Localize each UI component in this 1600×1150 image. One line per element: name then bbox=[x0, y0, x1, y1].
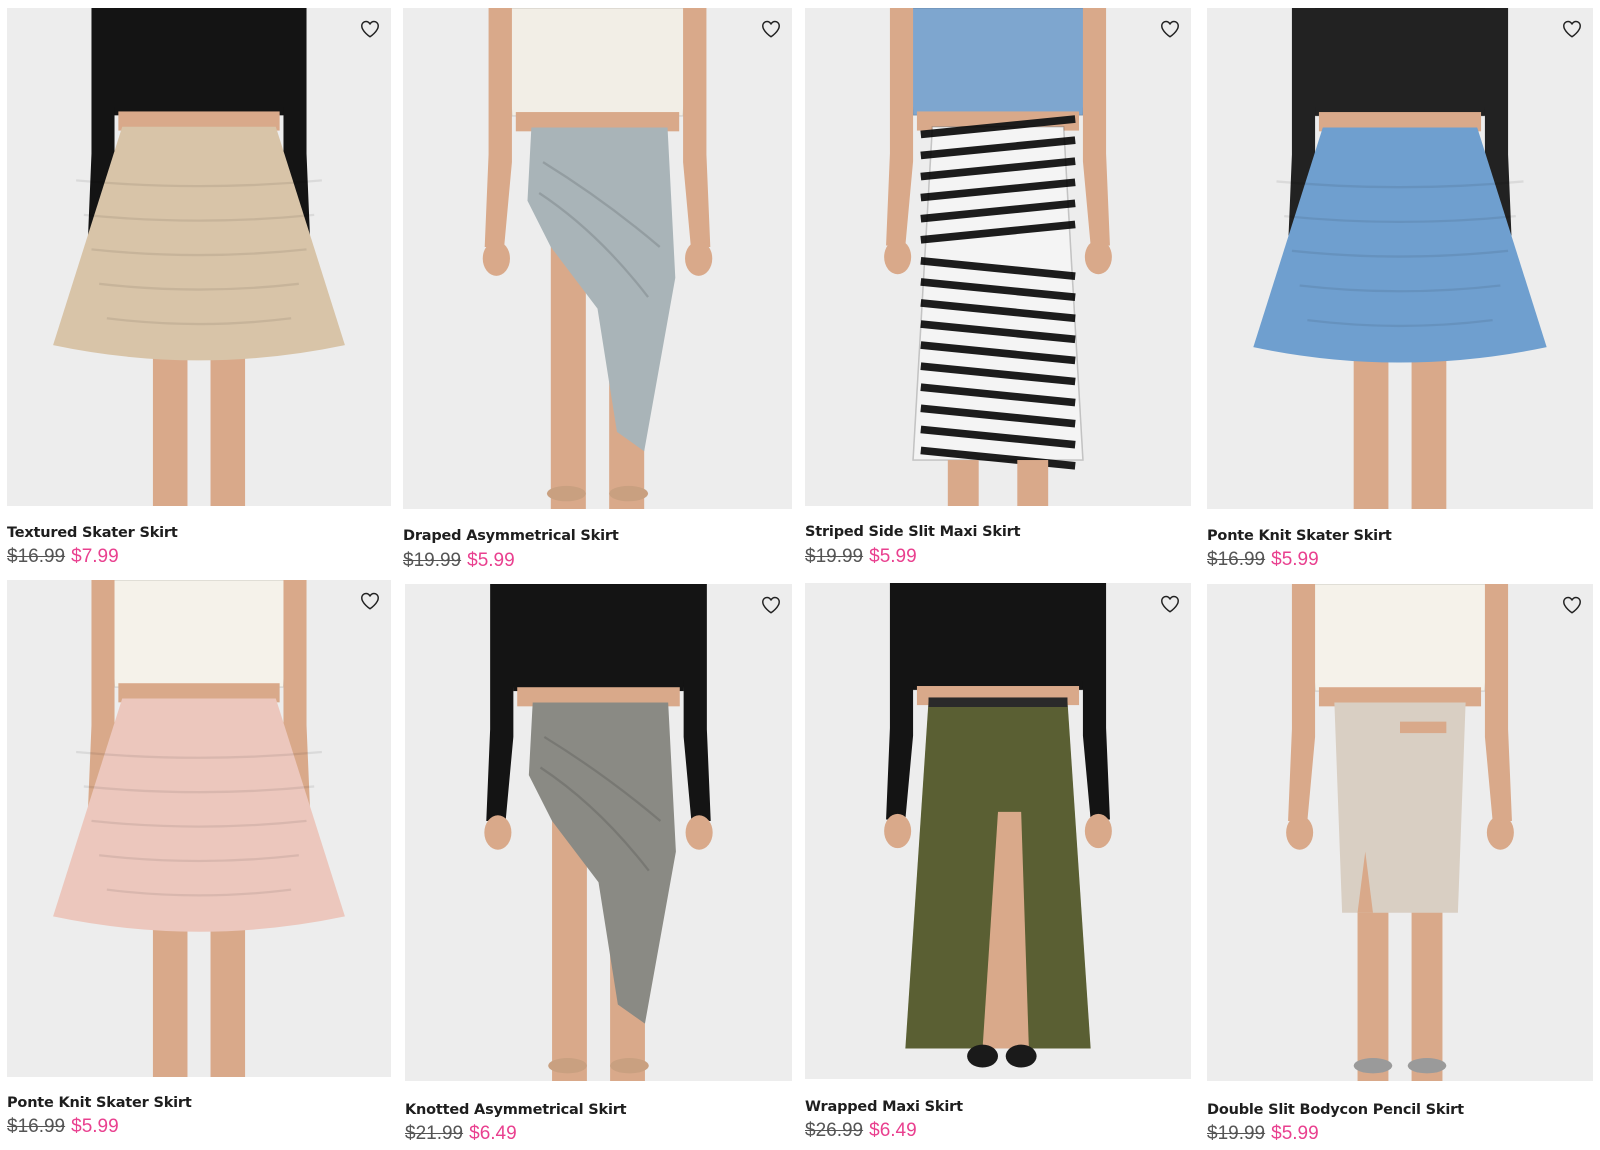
sale-price: $5.99 bbox=[467, 550, 515, 571]
product-image[interactable] bbox=[805, 583, 1191, 1079]
product-price: $16.99 $5.99 bbox=[1207, 549, 1319, 571]
product-image[interactable] bbox=[405, 584, 792, 1081]
heart-outline-icon[interactable] bbox=[359, 590, 381, 612]
product-card[interactable]: Ponte Knit Skater Skirt $16.99 $5.99 bbox=[7, 580, 391, 1142]
heart-outline-icon[interactable] bbox=[1159, 18, 1181, 40]
product-price: $21.99 $6.49 bbox=[405, 1123, 517, 1145]
original-price: $21.99 bbox=[405, 1123, 464, 1144]
product-name[interactable]: Wrapped Maxi Skirt bbox=[805, 1099, 963, 1115]
sale-price: $6.49 bbox=[869, 1120, 917, 1141]
product-image[interactable] bbox=[7, 8, 391, 506]
product-name[interactable]: Striped Side Slit Maxi Skirt bbox=[805, 524, 1021, 540]
original-price: $19.99 bbox=[805, 546, 864, 567]
product-name[interactable]: Textured Skater Skirt bbox=[7, 525, 178, 541]
heart-outline-icon[interactable] bbox=[1561, 18, 1583, 40]
product-image[interactable] bbox=[1207, 584, 1593, 1081]
product-name[interactable]: Ponte Knit Skater Skirt bbox=[7, 1095, 192, 1111]
heart-outline-icon[interactable] bbox=[359, 18, 381, 40]
product-card[interactable]: Striped Side Slit Maxi Skirt $19.99 $5.99 bbox=[805, 8, 1191, 572]
product-name[interactable]: Draped Asymmetrical Skirt bbox=[403, 528, 619, 544]
heart-outline-icon[interactable] bbox=[760, 594, 782, 616]
original-price: $16.99 bbox=[7, 546, 66, 567]
product-card[interactable]: Ponte Knit Skater Skirt $16.99 $5.99 bbox=[1207, 8, 1593, 575]
sale-price: $6.49 bbox=[469, 1123, 517, 1144]
original-price: $16.99 bbox=[7, 1116, 66, 1137]
product-card[interactable]: Wrapped Maxi Skirt $26.99 $6.49 bbox=[805, 583, 1191, 1146]
product-price: $19.99 $5.99 bbox=[805, 546, 917, 568]
original-price: $26.99 bbox=[805, 1120, 864, 1141]
product-price: $16.99 $5.99 bbox=[7, 1116, 119, 1138]
sale-price: $7.99 bbox=[71, 546, 119, 567]
sale-price: $5.99 bbox=[71, 1116, 119, 1137]
product-card[interactable]: Knotted Asymmetrical Skirt $21.99 $6.49 bbox=[405, 584, 792, 1149]
product-card[interactable]: Draped Asymmetrical Skirt $19.99 $5.99 bbox=[403, 8, 792, 576]
product-price: $16.99 $7.99 bbox=[7, 546, 119, 568]
product-image[interactable] bbox=[805, 8, 1191, 506]
product-image[interactable] bbox=[7, 580, 391, 1077]
product-price: $26.99 $6.49 bbox=[805, 1120, 917, 1142]
heart-outline-icon[interactable] bbox=[1561, 594, 1583, 616]
product-name[interactable]: Ponte Knit Skater Skirt bbox=[1207, 528, 1392, 544]
sale-price: $5.99 bbox=[869, 546, 917, 567]
product-name[interactable]: Double Slit Bodycon Pencil Skirt bbox=[1207, 1102, 1464, 1118]
product-image[interactable] bbox=[403, 8, 792, 509]
original-price: $16.99 bbox=[1207, 549, 1266, 570]
original-price: $19.99 bbox=[403, 550, 462, 571]
heart-outline-icon[interactable] bbox=[760, 18, 782, 40]
product-card[interactable]: Double Slit Bodycon Pencil Skirt $19.99 $5… bbox=[1207, 584, 1593, 1149]
product-price: $19.99 $5.99 bbox=[1207, 1123, 1319, 1145]
product-card[interactable]: Textured Skater Skirt $16.99 $7.99 bbox=[7, 8, 391, 572]
product-image[interactable] bbox=[1207, 8, 1593, 509]
product-price: $19.99 $5.99 bbox=[403, 550, 515, 572]
product-name[interactable]: Knotted Asymmetrical Skirt bbox=[405, 1102, 627, 1118]
original-price: $19.99 bbox=[1207, 1123, 1266, 1144]
sale-price: $5.99 bbox=[1271, 1123, 1319, 1144]
sale-price: $5.99 bbox=[1271, 549, 1319, 570]
heart-outline-icon[interactable] bbox=[1159, 593, 1181, 615]
